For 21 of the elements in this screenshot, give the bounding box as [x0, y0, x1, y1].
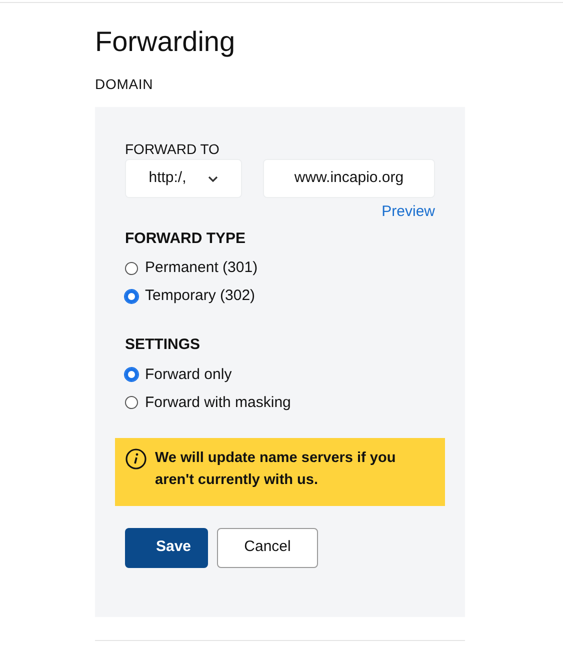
- notice-text: We will update name servers if you aren't currently with us.: [155, 448, 397, 490]
- radio-button[interactable]: [125, 262, 138, 274]
- radio-button[interactable]: [125, 290, 138, 302]
- url-field[interactable]: www.incapio.org: [263, 159, 435, 198]
- info-icon: [125, 448, 147, 470]
- save-button[interactable]: Save: [125, 528, 208, 568]
- section-heading: FORWARD TYPE: [125, 228, 247, 248]
- radio-button[interactable]: [125, 368, 138, 381]
- cancel-button[interactable]: Cancel: [217, 528, 318, 568]
- protocol-select[interactable]: http:/,: [125, 159, 242, 198]
- option-label: Forward only: [145, 364, 232, 384]
- field-label: FORWARD TO: [125, 141, 220, 157]
- preview-link[interactable]: Preview: [382, 201, 435, 224]
- option-label: Permanent (301): [145, 258, 258, 278]
- option-label: Temporary (302): [145, 286, 256, 306]
- section-heading: SETTINGS: [125, 335, 202, 355]
- radio-button[interactable]: [125, 396, 138, 409]
- option-label: Forward with masking: [145, 392, 291, 412]
- page-title: Forwarding: [95, 25, 236, 59]
- section-label: DOMAIN: [95, 75, 154, 94]
- chevron-down-icon: [208, 176, 218, 182]
